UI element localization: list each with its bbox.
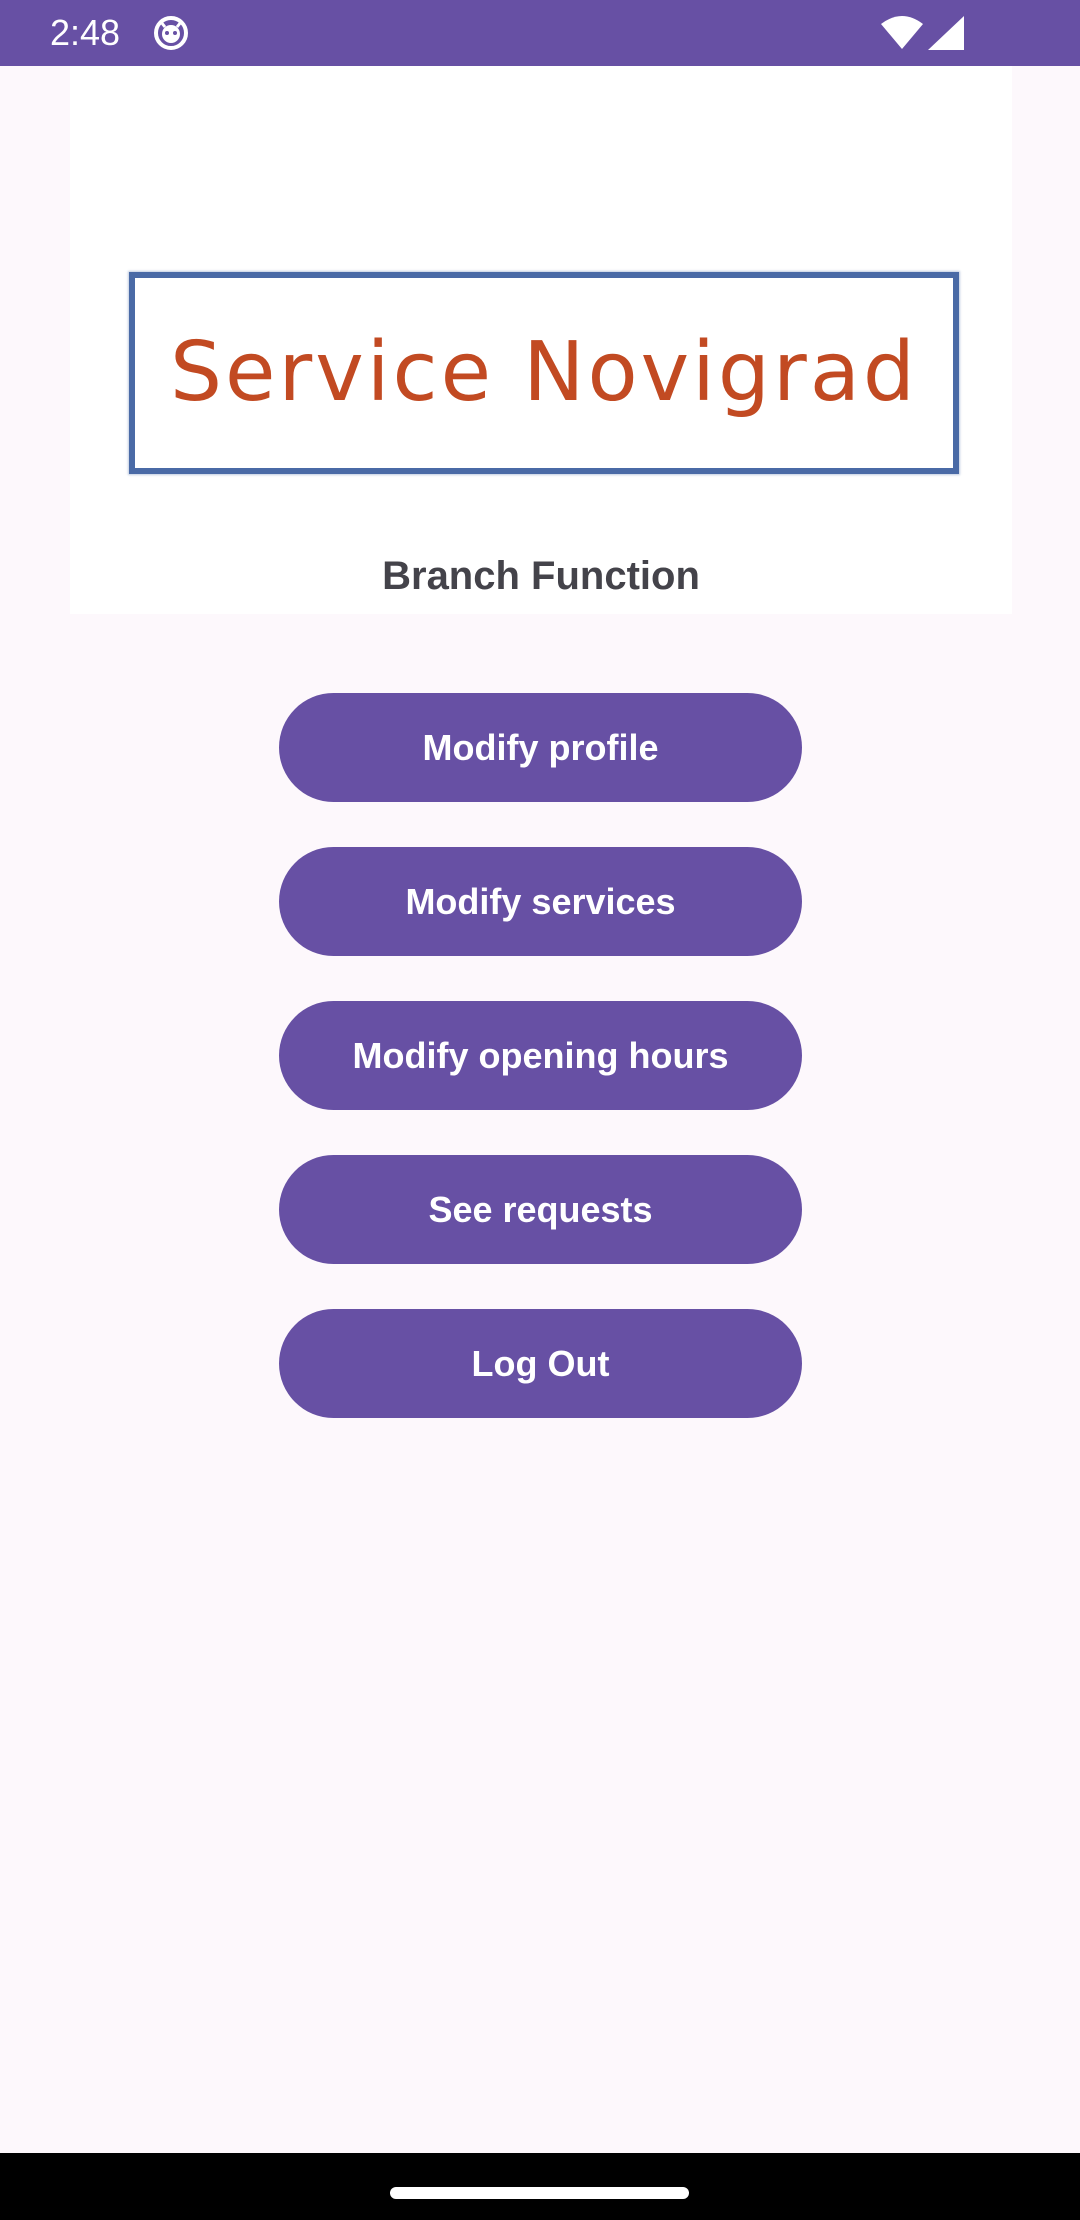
log-out-button[interactable]: Log Out [279, 1309, 802, 1418]
page-title: Branch Function [382, 554, 700, 598]
status-bar: 2:48 [0, 0, 1080, 66]
android-face-icon [154, 16, 188, 50]
logo-text: Service Novigrad [169, 325, 918, 420]
modify-profile-button[interactable]: Modify profile [279, 693, 802, 802]
home-gesture-handle[interactable] [390, 2187, 689, 2199]
branch-function-menu: Modify profile Modify services Modify op… [279, 693, 802, 1463]
modify-opening-hours-button[interactable]: Modify opening hours [279, 1001, 802, 1110]
wifi-icon [881, 16, 923, 49]
modify-services-button[interactable]: Modify services [279, 847, 802, 956]
navigation-bar [0, 2153, 1080, 2220]
cellular-signal-icon [928, 16, 964, 50]
header-card: Service Novigrad Branch Function [70, 66, 1012, 614]
service-novigrad-logo: Service Novigrad [129, 272, 959, 474]
see-requests-button[interactable]: See requests [279, 1155, 802, 1264]
status-time: 2:48 [50, 12, 121, 53]
